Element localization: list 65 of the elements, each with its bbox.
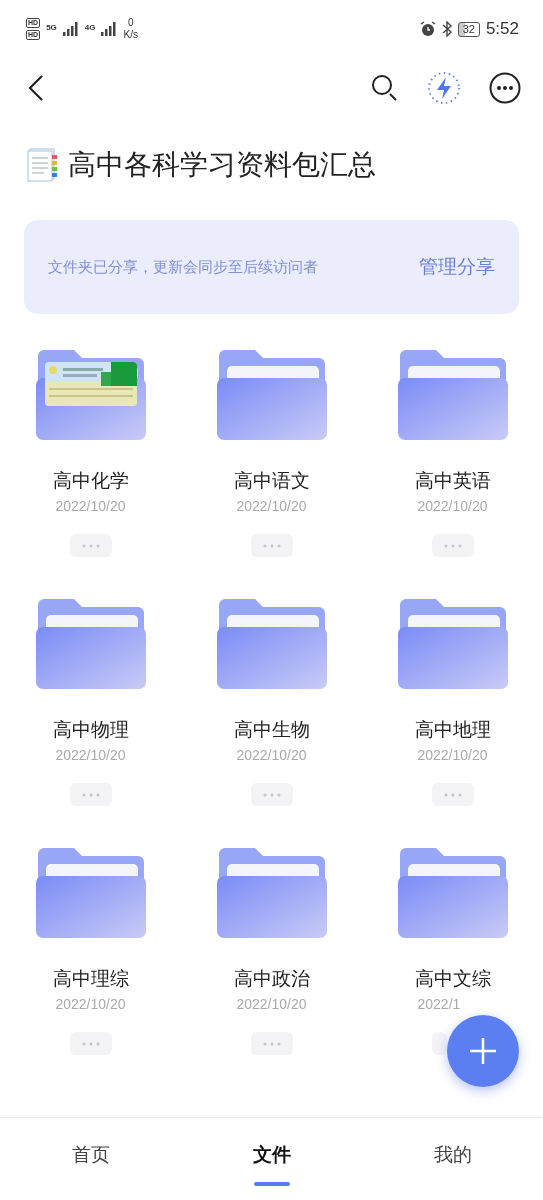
folder-name[interactable]: 高中生物 xyxy=(233,717,310,743)
folder-date: 2022/1 xyxy=(417,996,462,1012)
notebook-icon xyxy=(26,147,60,183)
back-button[interactable] xyxy=(28,74,44,102)
folder-menu-button[interactable] xyxy=(431,783,474,806)
folder-menu-button[interactable] xyxy=(69,534,112,557)
speed-value: 0 xyxy=(127,17,134,29)
ellipsis-icon xyxy=(262,543,281,548)
folder-date: 2022/10/20 xyxy=(55,747,126,763)
add-button[interactable] xyxy=(447,1015,519,1087)
ellipsis-icon xyxy=(81,792,100,797)
folder-icon xyxy=(395,846,510,940)
folder-date: 2022/10/20 xyxy=(236,747,307,763)
clock-time: 5:52 xyxy=(485,19,519,39)
folder-menu-button[interactable] xyxy=(250,1032,293,1055)
folder-date: 2022/10/20 xyxy=(236,498,307,514)
folder-date: 2022/10/20 xyxy=(236,996,307,1012)
network-type: 4G xyxy=(84,23,96,32)
share-message: 文件夹已分享，更新会同步至后续访问者 xyxy=(48,257,318,277)
network-type: 5G xyxy=(46,23,57,32)
folder-icon xyxy=(395,348,510,442)
folder-icon xyxy=(33,597,148,691)
folder-name[interactable]: 高中地理 xyxy=(414,717,491,743)
folder-icon xyxy=(214,348,329,442)
folder-icon xyxy=(33,846,148,940)
folder-menu-button[interactable] xyxy=(250,534,293,557)
quick-action-button[interactable] xyxy=(427,71,461,105)
ellipsis-icon xyxy=(81,543,100,548)
folder-name[interactable]: 高中物理 xyxy=(52,717,129,743)
bluetooth-icon xyxy=(441,21,452,37)
signal-icon xyxy=(62,22,79,36)
folder-menu-button[interactable] xyxy=(69,783,112,806)
folder-menu-button[interactable] xyxy=(431,534,474,557)
folder-name[interactable]: 高中化学 xyxy=(52,468,129,494)
nav-tab[interactable]: 首页 xyxy=(0,1118,181,1200)
signal-icon xyxy=(101,22,118,36)
nav-tab[interactable]: 文件 xyxy=(181,1118,362,1200)
folder-menu-button[interactable] xyxy=(69,1032,112,1055)
folder-name[interactable]: 高中文综 xyxy=(414,966,491,992)
ellipsis-icon xyxy=(81,1041,100,1046)
folder-menu-button[interactable] xyxy=(431,1032,447,1055)
folder-name[interactable]: 高中理综 xyxy=(52,966,129,992)
folder-date: 2022/10/20 xyxy=(55,498,126,514)
folder-date: 2022/10/20 xyxy=(55,996,126,1012)
folder-icon xyxy=(214,597,329,691)
folder-menu-button[interactable] xyxy=(250,783,293,806)
folder-icon xyxy=(214,846,329,940)
folder-date: 2022/10/20 xyxy=(417,747,488,763)
search-button[interactable] xyxy=(371,74,399,102)
folder-icon xyxy=(395,597,510,691)
ellipsis-icon xyxy=(443,543,462,548)
plus-icon xyxy=(468,1036,498,1066)
folder-name[interactable]: 高中政治 xyxy=(233,966,310,992)
folder-date: 2022/10/20 xyxy=(417,498,488,514)
battery-level: 32 xyxy=(457,21,480,37)
ellipsis-icon xyxy=(262,1041,281,1046)
ellipsis-icon xyxy=(262,792,281,797)
speed-unit: K/s xyxy=(123,29,138,41)
folder-title: 高中各科学习资料包汇总 xyxy=(68,147,376,183)
ellipsis-icon xyxy=(443,792,462,797)
alarm-icon xyxy=(419,21,436,37)
folder-name[interactable]: 高中语文 xyxy=(233,468,310,494)
nav-tab[interactable]: 我的 xyxy=(362,1118,543,1200)
more-button[interactable] xyxy=(489,72,521,104)
folder-name[interactable]: 高中英语 xyxy=(414,468,491,494)
